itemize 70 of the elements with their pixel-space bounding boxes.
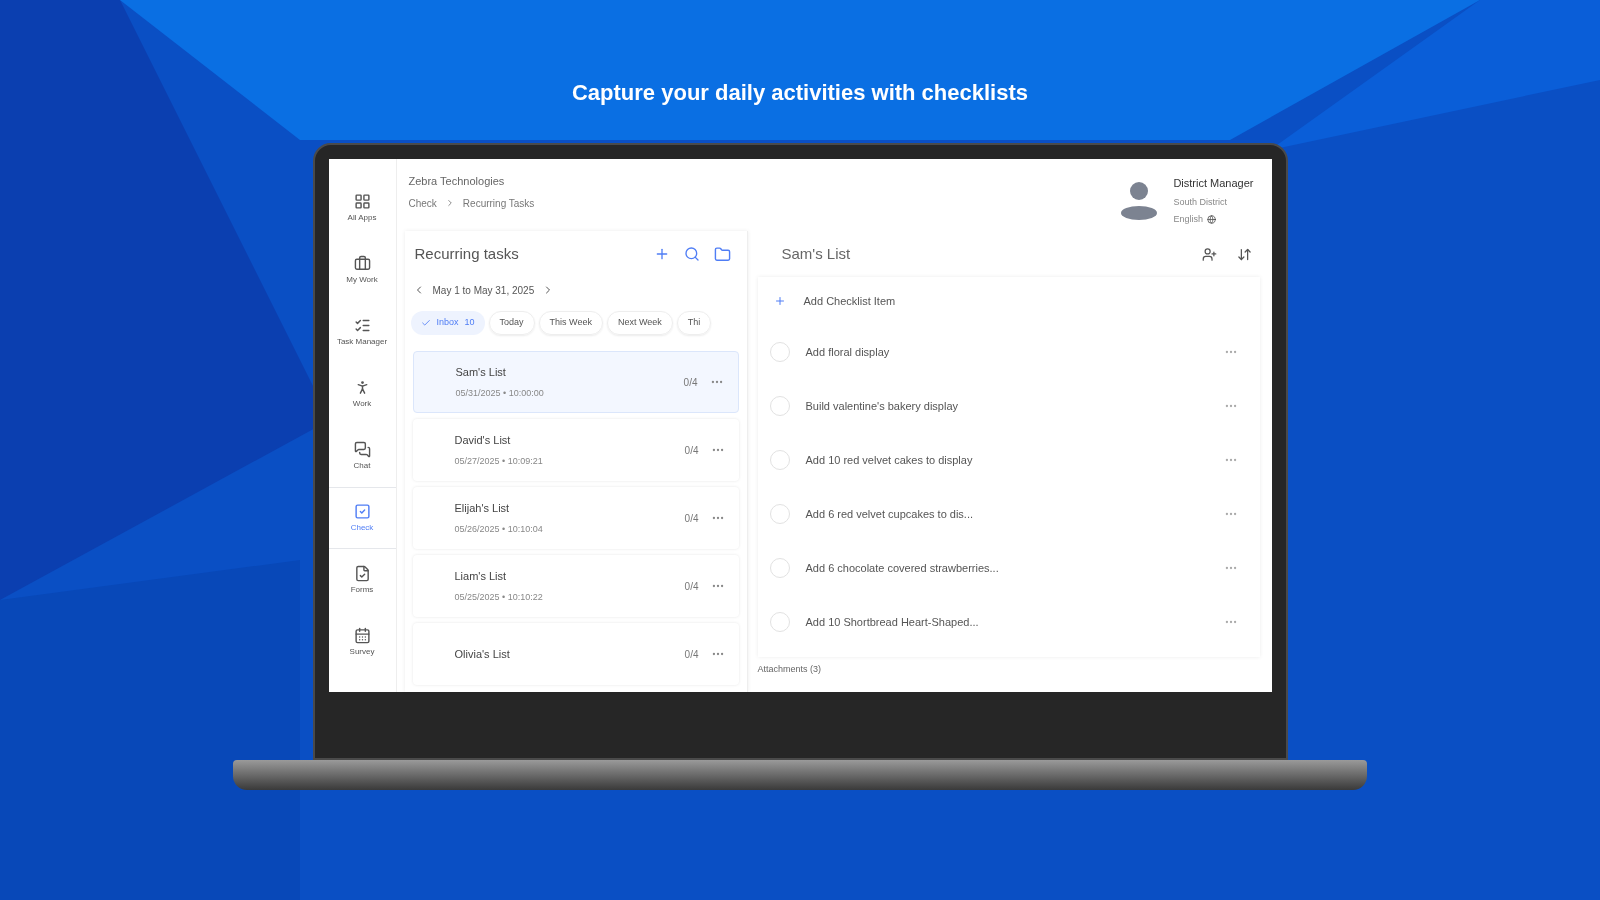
add-icon: [773, 295, 786, 307]
list-date: 05/31/2025 • 10:00:00: [455, 386, 545, 400]
list-date: 05/25/2025 • 10:10:22: [454, 590, 544, 604]
language-label: English: [1173, 213, 1203, 226]
sidebar-item[interactable]: Check: [328, 487, 396, 549]
breadcrumb-link[interactable]: Recurring Tasks: [462, 195, 535, 211]
date-range: May 1 to May 31, 2025: [432, 283, 535, 298]
breadcrumb-link[interactable]: Check: [408, 195, 437, 211]
globe-icon: [1206, 215, 1216, 225]
headline: Capture your daily activities with checklists: [571, 79, 1029, 107]
sidebar-label: My Work: [345, 275, 379, 285]
panel-title: Sam's List: [781, 243, 851, 264]
sidebar-item[interactable]: Work: [328, 363, 396, 425]
sidebar-label: Task Manager: [335, 337, 389, 347]
list-name: Sam's List: [455, 365, 507, 380]
attachments-label: Attachments (3): [757, 663, 823, 676]
chat-icon: [353, 441, 371, 458]
inbox-count: 10: [464, 316, 475, 330]
form-icon: [353, 565, 371, 582]
briefcase-icon: [353, 255, 371, 272]
progress-count: 0/4: [684, 647, 699, 662]
list-name: Elijah's List: [454, 501, 511, 516]
list-name: Liam's List: [454, 569, 508, 584]
list-card[interactable]: Olivia's List 0/4: [412, 623, 739, 685]
sidebar-label: All Apps: [346, 213, 378, 223]
grid-icon: [353, 193, 371, 210]
folder-icon[interactable]: [713, 245, 731, 263]
sidebar-label: Work: [351, 399, 373, 409]
sidebar-item[interactable]: All Apps: [328, 177, 396, 239]
list-date: 05/26/2025 • 10:10:04: [454, 522, 544, 536]
progress-count: 0/4: [684, 443, 699, 458]
checklist-icon: [353, 317, 371, 334]
checklist-item: Add 6 red velvet cupcakes to dis...: [805, 506, 975, 522]
progress-count: 0/4: [683, 375, 698, 390]
panel-title: Recurring tasks: [414, 243, 519, 264]
checklist-item: Add floral display: [805, 344, 891, 360]
list-date: 05/27/2025 • 10:09:21: [454, 454, 544, 468]
checklist-item: Add 10 red velvet cakes to display: [805, 452, 974, 468]
checklist-item: Add 10 Shortbread Heart-Shaped...: [805, 614, 980, 630]
sidebar-label: Chat: [352, 461, 372, 471]
progress-count: 0/4: [684, 511, 699, 526]
calendar-icon: [353, 627, 371, 644]
avatar-icon: [1119, 179, 1160, 221]
sidebar-label: Forms: [349, 585, 375, 595]
sidebar-label: Check: [349, 523, 375, 533]
list-card[interactable]: Elijah's List 05/26/2025 • 10:10:04 0/4: [412, 487, 739, 549]
sidebar-item[interactable]: Task Manager: [328, 301, 396, 363]
list-name: Olivia's List: [454, 646, 511, 662]
list-card[interactable]: Sam's List 05/31/2025 • 10:00:00 0/4: [412, 351, 739, 413]
add-user-icon[interactable]: [1201, 246, 1217, 262]
checkbox-icon: [353, 503, 371, 520]
sidebar-item[interactable]: Survey: [328, 611, 396, 673]
sidebar-item[interactable]: Forms: [328, 549, 396, 611]
checklist-item: Add 6 chocolate covered strawberries...: [805, 560, 1000, 576]
progress-count: 0/4: [684, 579, 699, 594]
filter-chip[interactable]: Inbox 10: [410, 311, 485, 335]
list-card[interactable]: David's List 05/27/2025 • 10:09:21 0/4: [412, 419, 739, 481]
sidebar-label: Survey: [348, 647, 376, 657]
sort-icon[interactable]: [1236, 246, 1252, 262]
add-item-button[interactable]: Add Checklist Item: [769, 277, 1248, 325]
sidebar-item[interactable]: My Work: [328, 239, 396, 301]
checklist-item: Build valentine's bakery display: [805, 398, 960, 414]
organization-name: Zebra Technologies: [408, 174, 506, 189]
list-name: David's List: [454, 433, 512, 448]
search-icon[interactable]: [683, 246, 700, 262]
user-district: South District: [1173, 195, 1228, 209]
list-card[interactable]: Liam's List 05/25/2025 • 10:10:22 0/4: [412, 555, 739, 617]
user-role: District Manager: [1173, 176, 1254, 191]
check-icon: [420, 318, 431, 328]
sidebar-item[interactable]: Chat: [328, 425, 396, 487]
